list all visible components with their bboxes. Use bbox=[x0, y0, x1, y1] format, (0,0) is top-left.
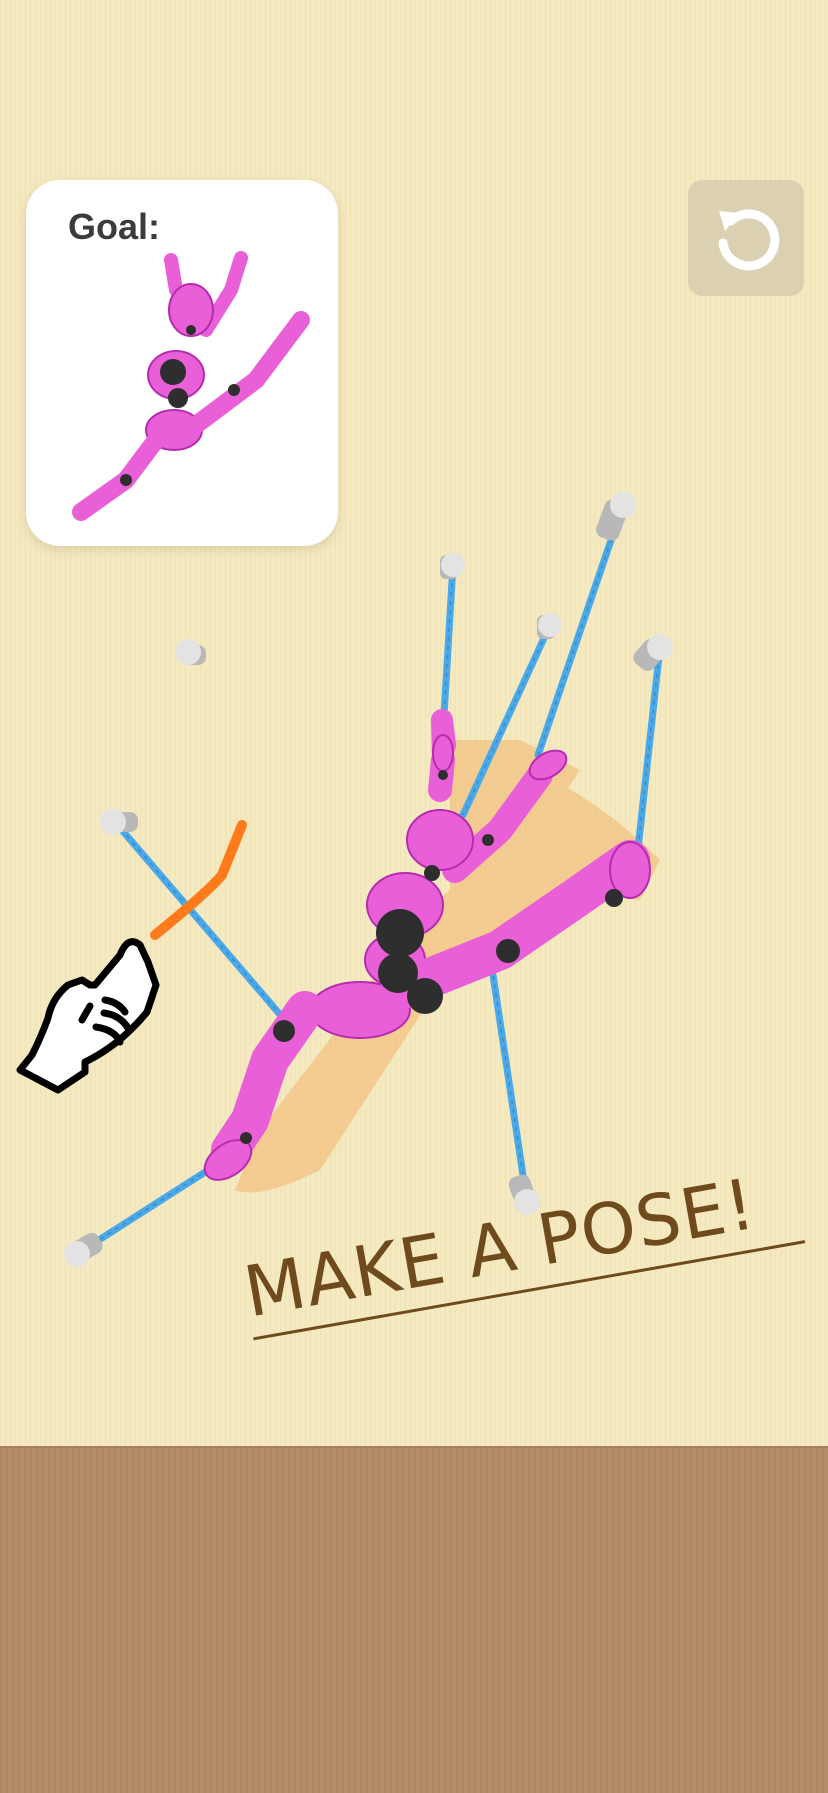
pin[interactable] bbox=[100, 809, 138, 835]
head bbox=[406, 809, 474, 871]
pin[interactable] bbox=[440, 553, 465, 579]
pin[interactable] bbox=[537, 613, 562, 639]
floor bbox=[0, 1446, 828, 1793]
pin[interactable] bbox=[175, 639, 206, 665]
pin[interactable] bbox=[594, 492, 636, 543]
pin[interactable] bbox=[630, 634, 673, 674]
pointing-hand-icon bbox=[16, 938, 160, 1094]
pin[interactable] bbox=[64, 1230, 105, 1267]
pose-figure[interactable] bbox=[198, 709, 651, 1188]
rope-7 bbox=[489, 971, 531, 1206]
left-hand bbox=[432, 734, 454, 772]
